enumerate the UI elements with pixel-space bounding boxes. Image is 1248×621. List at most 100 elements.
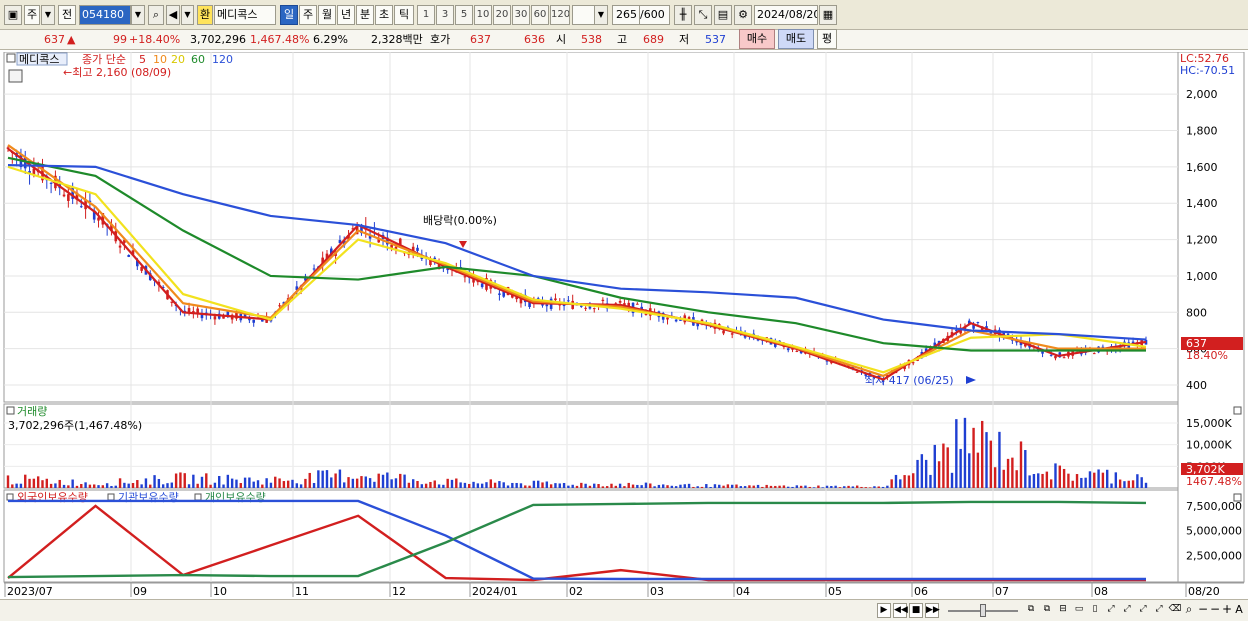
exchange-badge[interactable]: 환 [197, 5, 213, 25]
interval-30[interactable]: 30 [512, 5, 530, 25]
chevron-down-icon[interactable]: ▼ [41, 5, 55, 25]
interval-1[interactable]: 1 [417, 5, 435, 25]
volume-bar [485, 482, 488, 488]
window-icon[interactable]: ▭ [1072, 603, 1086, 618]
change-percent: +18.40% [129, 33, 181, 46]
volume-bar [674, 486, 678, 488]
candle-body [252, 319, 256, 323]
volume-bar [347, 477, 350, 488]
dividend-annotation: 배당락(0.00%) [423, 214, 497, 227]
font-size-icon[interactable]: A [1232, 603, 1246, 618]
up-arrow-icon: ▲ [67, 33, 76, 46]
sell-button[interactable]: 매도 [778, 29, 814, 49]
grid-toggle-icon[interactable] [8, 69, 23, 83]
volume-bar [390, 479, 393, 488]
fast-forward-icon[interactable]: ▶▶ [925, 603, 940, 618]
candle-body [79, 206, 83, 208]
price-tick-label: 1,200 [1186, 234, 1218, 247]
volume-bar [873, 486, 876, 488]
candle-body [1062, 357, 1066, 359]
volume-bar [334, 473, 337, 488]
volume-bar [455, 478, 458, 488]
stop-icon[interactable]: ■ [909, 603, 923, 618]
scroll-right-icon[interactable]: ▶ [877, 603, 891, 618]
tab-minute[interactable]: 분 [356, 5, 374, 25]
rewind-icon[interactable]: ◀◀ [893, 603, 908, 618]
line-draw-icon[interactable]: ⤢ [1120, 603, 1134, 618]
volume-tick-label: 10,000K [1186, 439, 1232, 452]
volume-panel-icon[interactable] [6, 406, 15, 415]
speaker-icon[interactable]: ◀ [166, 5, 180, 25]
holdings-icon-3[interactable] [194, 493, 202, 501]
tab-second[interactable]: 초 [375, 5, 393, 25]
volume-bar [700, 486, 704, 488]
frame-icon[interactable]: ▯ [1088, 603, 1102, 618]
tab-year[interactable]: 년 [337, 5, 355, 25]
speaker-dropdown-icon[interactable]: ▼ [181, 5, 194, 25]
interval-120[interactable]: 120 [550, 5, 570, 25]
volume-bar [1019, 441, 1023, 488]
zoom-icon[interactable]: ⌕ [1182, 603, 1196, 618]
interval-3[interactable]: 3 [436, 5, 454, 25]
volume-bar [1110, 483, 1113, 488]
compare-icon[interactable]: ⧉ [1040, 603, 1054, 618]
erase-icon[interactable]: ⌫ [1168, 603, 1182, 618]
volume-bar [476, 483, 480, 488]
interval-dropdown-icon[interactable]: ▼ [594, 5, 608, 25]
holdings-icon-1[interactable] [6, 493, 14, 501]
tab-week[interactable]: 주 [299, 5, 317, 25]
volume-bar [248, 477, 251, 488]
volume-bar [588, 485, 592, 488]
candle-body [666, 317, 669, 320]
stock-code-input[interactable]: 054180 [79, 5, 131, 25]
fibonacci-icon[interactable]: ⤢ [1136, 603, 1150, 618]
interval-60[interactable]: 60 [531, 5, 549, 25]
chart-area[interactable]: 메디콕스 종가 단순 5 10 20 60 120 ←최고 2,160 (08/… [0, 51, 1248, 621]
interval-20[interactable]: 20 [493, 5, 511, 25]
holdings-icon-2[interactable] [107, 493, 115, 501]
calendar-icon[interactable]: ▦ [819, 5, 837, 25]
stock-chart[interactable]: 메디콕스 종가 단순 5 10 20 60 120 ←최고 2,160 (08/… [0, 51, 1248, 599]
split-icon[interactable]: ⊟ [1056, 603, 1070, 618]
interval-5[interactable]: 5 [455, 5, 473, 25]
tab-day[interactable]: 일 [280, 5, 298, 25]
volume-bar [670, 485, 674, 488]
volume-bar [894, 474, 898, 488]
date-input[interactable]: 2024/08/20 [754, 5, 818, 25]
volume-bar [890, 479, 893, 488]
tab-tick[interactable]: 틱 [394, 5, 414, 25]
search-icon[interactable]: ⌕ [148, 5, 164, 25]
low-price: 537 [705, 33, 726, 46]
panel-menu-icon[interactable] [6, 53, 16, 63]
average-button[interactable]: 평 [817, 29, 837, 49]
volume-bar [610, 483, 613, 488]
zoom-slider-handle[interactable] [980, 604, 986, 617]
buy-button[interactable]: 매수 [739, 29, 775, 49]
volume-bar [959, 448, 962, 488]
high-label: 고 [617, 33, 628, 46]
overlay-icon[interactable]: ⧉ [1024, 603, 1038, 618]
code-dropdown-icon[interactable]: ▼ [131, 5, 145, 25]
volume-bar [903, 475, 906, 488]
count-total: /600 [640, 5, 670, 25]
tab-month[interactable]: 월 [318, 5, 336, 25]
stock-name[interactable]: 메디콕스 [214, 5, 276, 25]
volume-bar [450, 479, 454, 488]
candle-icon[interactable]: ╫ [674, 5, 692, 25]
volume-bar [804, 485, 807, 488]
volume-bar [368, 478, 372, 488]
interval-10[interactable]: 10 [474, 5, 492, 25]
volume-close-icon[interactable] [1233, 406, 1242, 415]
save-icon[interactable]: ▤ [714, 5, 732, 25]
trend-icon[interactable]: ⤢ [1104, 603, 1118, 618]
layout-icon[interactable]: ▣ [4, 5, 22, 25]
prev-button[interactable]: 전 [58, 5, 76, 25]
volume-bar [830, 485, 833, 488]
settings-icon[interactable]: ⚙ [734, 5, 752, 25]
volume-bar [261, 484, 264, 488]
chart-type-select[interactable]: 주 [24, 5, 40, 25]
count-input[interactable]: 265 [612, 5, 640, 25]
crosshair-icon[interactable]: ⤡ [694, 5, 712, 25]
candle-body [261, 319, 264, 322]
ray-icon[interactable]: ⤢ [1152, 603, 1166, 618]
